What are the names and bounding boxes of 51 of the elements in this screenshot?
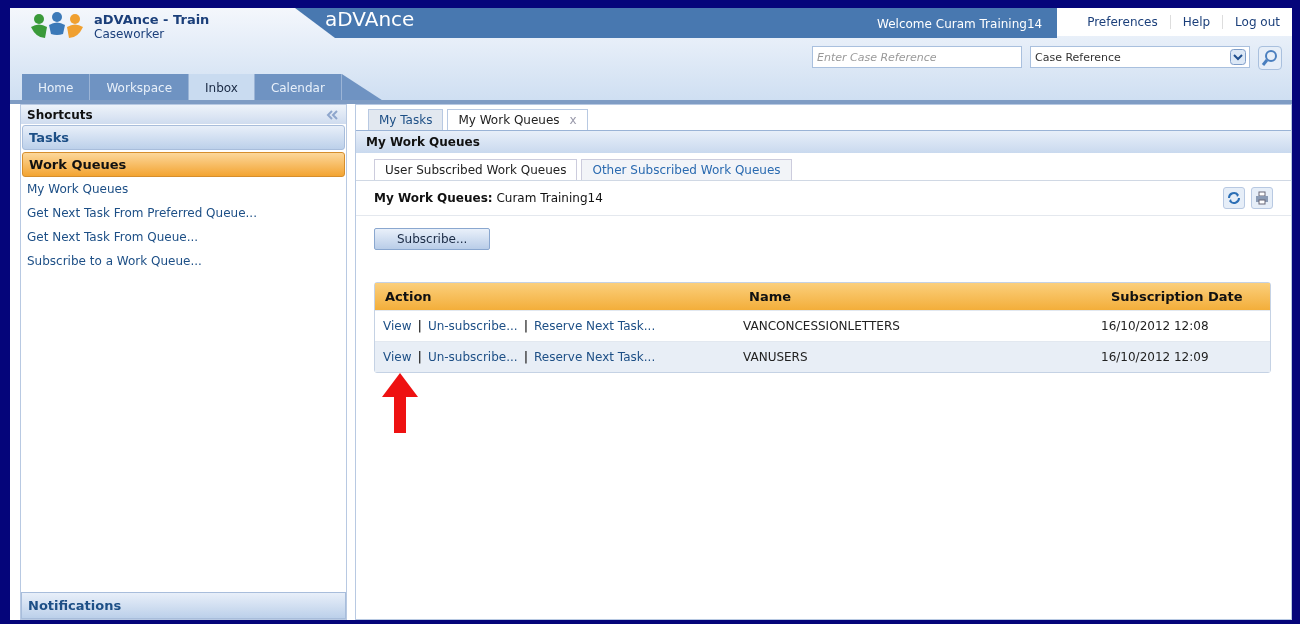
owner-text: My Work Queues: Curam Training14 [374, 191, 603, 205]
nav-tab[interactable]: Inbox [189, 74, 255, 100]
tab-label: My Work Queues [458, 113, 560, 127]
sidebar-section[interactable]: Notifications [21, 592, 346, 619]
sidebar-section[interactable]: Work Queues [22, 152, 345, 177]
action-link[interactable]: View [383, 350, 412, 364]
search-type-dropdown[interactable]: Case Reference [1030, 46, 1250, 68]
sidebar-link[interactable]: Subscribe to a Work Queue... [27, 254, 202, 268]
header-link[interactable]: Log out [1222, 15, 1292, 29]
sidebar-section[interactable]: Tasks [22, 125, 345, 150]
sub-tab[interactable]: Other Subscribed Work Queues [581, 159, 792, 180]
sidebar-link[interactable]: Get Next Task From Preferred Queue... [27, 206, 257, 220]
link-separator: | [416, 319, 423, 333]
search-button[interactable] [1258, 46, 1282, 70]
table-cell: 16/10/2012 12:08 [1101, 319, 1209, 333]
action-link[interactable]: Reserve Next Task... [534, 350, 656, 364]
app-name: aDVAnce - Train [94, 12, 210, 27]
refresh-icon[interactable] [1223, 187, 1245, 209]
column-header: Subscription Date [1110, 288, 1244, 306]
action-link[interactable]: Un-subscribe... [427, 319, 518, 333]
welcome-text: Welcome Curam Training14 [877, 16, 1044, 31]
product-name: aDVAnce [324, 8, 415, 30]
action-link[interactable]: Un-subscribe... [427, 350, 518, 364]
column-header: Action [384, 288, 433, 306]
sidebar-link[interactable]: My Work Queues [27, 182, 129, 196]
people-logo-icon [28, 12, 86, 40]
table-cell: VANUSERS [743, 350, 808, 364]
annotation-arrow [382, 373, 418, 433]
link-separator: | [416, 350, 423, 364]
user-role: Caseworker [94, 27, 166, 42]
page-title: My Work Queues [356, 131, 1291, 153]
action-link[interactable]: Reserve Next Task... [534, 319, 656, 333]
action-link[interactable]: View [383, 319, 412, 333]
dropdown-icon [1230, 49, 1246, 65]
header-link[interactable]: Help [1169, 15, 1223, 29]
subscribe-button[interactable]: Subscribe... [374, 228, 491, 250]
table-cell: 16/10/2012 12:09 [1101, 350, 1209, 364]
table-cell: VANCONCESSIONLETTERS [743, 319, 900, 333]
link-separator: | [522, 319, 530, 333]
sidebar-title: Shortcuts [27, 108, 93, 122]
page-tab[interactable]: My Tasks [368, 109, 444, 130]
sidebar-link[interactable]: Get Next Task From Queue... [27, 230, 199, 244]
header-link[interactable]: Preferences [1057, 15, 1170, 29]
link-separator: | [522, 350, 530, 364]
column-header: Name [748, 288, 792, 306]
page-tab[interactable]: My Work Queues x [447, 109, 588, 130]
sub-tab[interactable]: User Subscribed Work Queues [374, 159, 578, 180]
search-field[interactable]: Enter Case Reference [812, 46, 1022, 68]
collapse-icon[interactable] [326, 110, 338, 120]
tab-label: My Tasks [379, 113, 433, 127]
print-icon[interactable] [1251, 187, 1273, 209]
